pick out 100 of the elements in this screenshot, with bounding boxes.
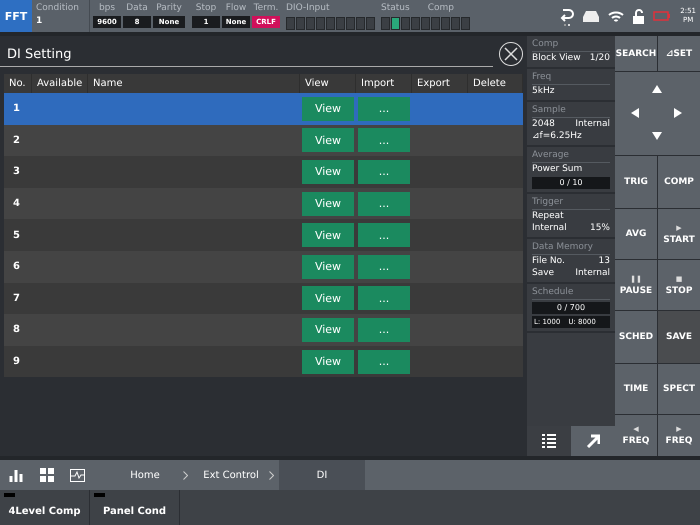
column-header: Export [412,74,468,93]
panel-text: 13 [598,255,610,267]
key-button[interactable]: SAVE [658,311,700,363]
panel-title: Average [532,149,610,163]
import-button[interactable]: ... [358,160,410,184]
row-number: 2 [12,134,21,148]
mode-label[interactable]: FFT [0,0,32,32]
unlock-icon [633,8,644,24]
panel-text: Save [532,267,554,279]
view-button[interactable]: View [302,160,354,184]
panel-text: 2048 [532,118,555,130]
breadcrumb-item[interactable]: DI [279,460,365,490]
wifi-icon [608,10,624,22]
column-header: Available [32,74,88,93]
import-button[interactable]: ... [358,223,410,248]
panel-title: Schedule [532,286,610,300]
panel-title: Data Memory [532,241,610,255]
import-button[interactable]: ... [358,192,410,216]
right-arrow-icon[interactable] [674,108,684,118]
soft-key[interactable]: Panel Cond [90,490,180,525]
panel-text: Power Sum [532,163,582,175]
list-icon [542,434,556,448]
view-button[interactable]: View [302,254,354,279]
panel-text: File No. [532,255,565,267]
setting-label: Parity [156,2,182,15]
panel-text: Internal [575,267,610,279]
dialog-title: DI Setting [0,46,493,66]
view-button[interactable]: View [302,223,354,248]
panel-text: Block View [532,52,581,64]
key-button[interactable]: COMP [658,156,700,208]
import-button[interactable]: ... [358,350,410,374]
row-number: 3 [12,165,21,180]
view-button[interactable]: View [302,286,354,310]
import-button[interactable]: ... [358,254,410,279]
setting-label: Data [126,2,148,15]
diagonal-arrow-icon [586,434,600,448]
down-arrow-icon[interactable] [652,132,662,142]
close-button[interactable] [499,42,523,66]
key-button[interactable]: SCHED [615,311,657,363]
view-button[interactable]: View [302,192,354,216]
drive-icon [583,10,600,22]
table-row[interactable]: 8 View ... [4,314,523,346]
setting-label: bps [98,2,116,15]
panel-title: Trigger [532,196,610,210]
key-button[interactable]: ⊿SET [658,36,700,71]
setting-label: Flow [226,2,246,15]
panel-title: Sample [532,104,610,118]
table-row[interactable]: 4 View ... [4,188,523,220]
view-button[interactable]: View [302,96,354,121]
panel-title: Comp [532,38,610,52]
key-button[interactable]: TRIG [615,156,657,208]
panel-text: Internal [575,118,610,130]
panel-title: Freq [532,71,610,85]
close-icon [504,46,518,60]
key-button[interactable]: TIME [615,364,657,414]
view-button[interactable]: View [302,128,354,152]
panel-text: ⊿f=6.25Hz [532,130,582,142]
breadcrumb-item[interactable]: Ext Control [193,460,269,490]
panel-text: Repeat [532,210,564,222]
battery-icon [653,11,672,21]
import-button[interactable]: ... [358,96,410,121]
condition-label: Condition [36,2,80,15]
table-row[interactable]: 2 View ... [4,124,523,156]
bar-chart-icon[interactable] [8,468,22,482]
column-header: Delete [468,74,523,93]
column-header: Name [88,74,300,93]
chevron-icon [183,470,188,480]
view-button[interactable]: View [302,350,354,374]
key-button[interactable]: SEARCH [615,36,657,71]
up-arrow-icon[interactable] [652,84,662,95]
setting-label: Term. [254,2,278,15]
breadcrumb-item[interactable]: Home [107,460,183,490]
counter-display: 0 / 700 [532,302,610,314]
import-button[interactable]: ... [358,128,410,152]
setting-label: Stop [196,2,216,15]
return-icon[interactable] [560,6,574,26]
column-header: Import [356,74,412,93]
view-button[interactable]: View [302,318,354,342]
counter-display: 0 / 10 [532,177,610,189]
import-button[interactable]: ... [358,286,410,310]
table-row[interactable]: 6 View ... [4,250,523,283]
row-number: 1 [12,102,21,116]
grid-icon[interactable] [40,468,54,482]
soft-key[interactable]: 4Level Comp [0,490,90,525]
row-number: 9 [12,355,21,370]
import-button[interactable]: ... [358,318,410,342]
panel-text: Internal [532,222,567,234]
row-number: 4 [12,197,21,212]
chevron-icon [269,470,274,480]
row-number: 8 [12,323,21,338]
waveform-icon[interactable] [70,468,85,482]
status-label: Status [381,2,410,15]
column-header: No. [4,74,32,93]
key-button[interactable]: SPECT [658,364,700,414]
expand-button[interactable] [571,426,615,456]
left-arrow-icon[interactable] [630,108,641,118]
key-button[interactable]: AVG [615,209,657,259]
table-row[interactable]: 1 View ... [4,93,523,125]
row-number: 5 [12,228,21,243]
panel-text: 1/20 [590,52,610,64]
